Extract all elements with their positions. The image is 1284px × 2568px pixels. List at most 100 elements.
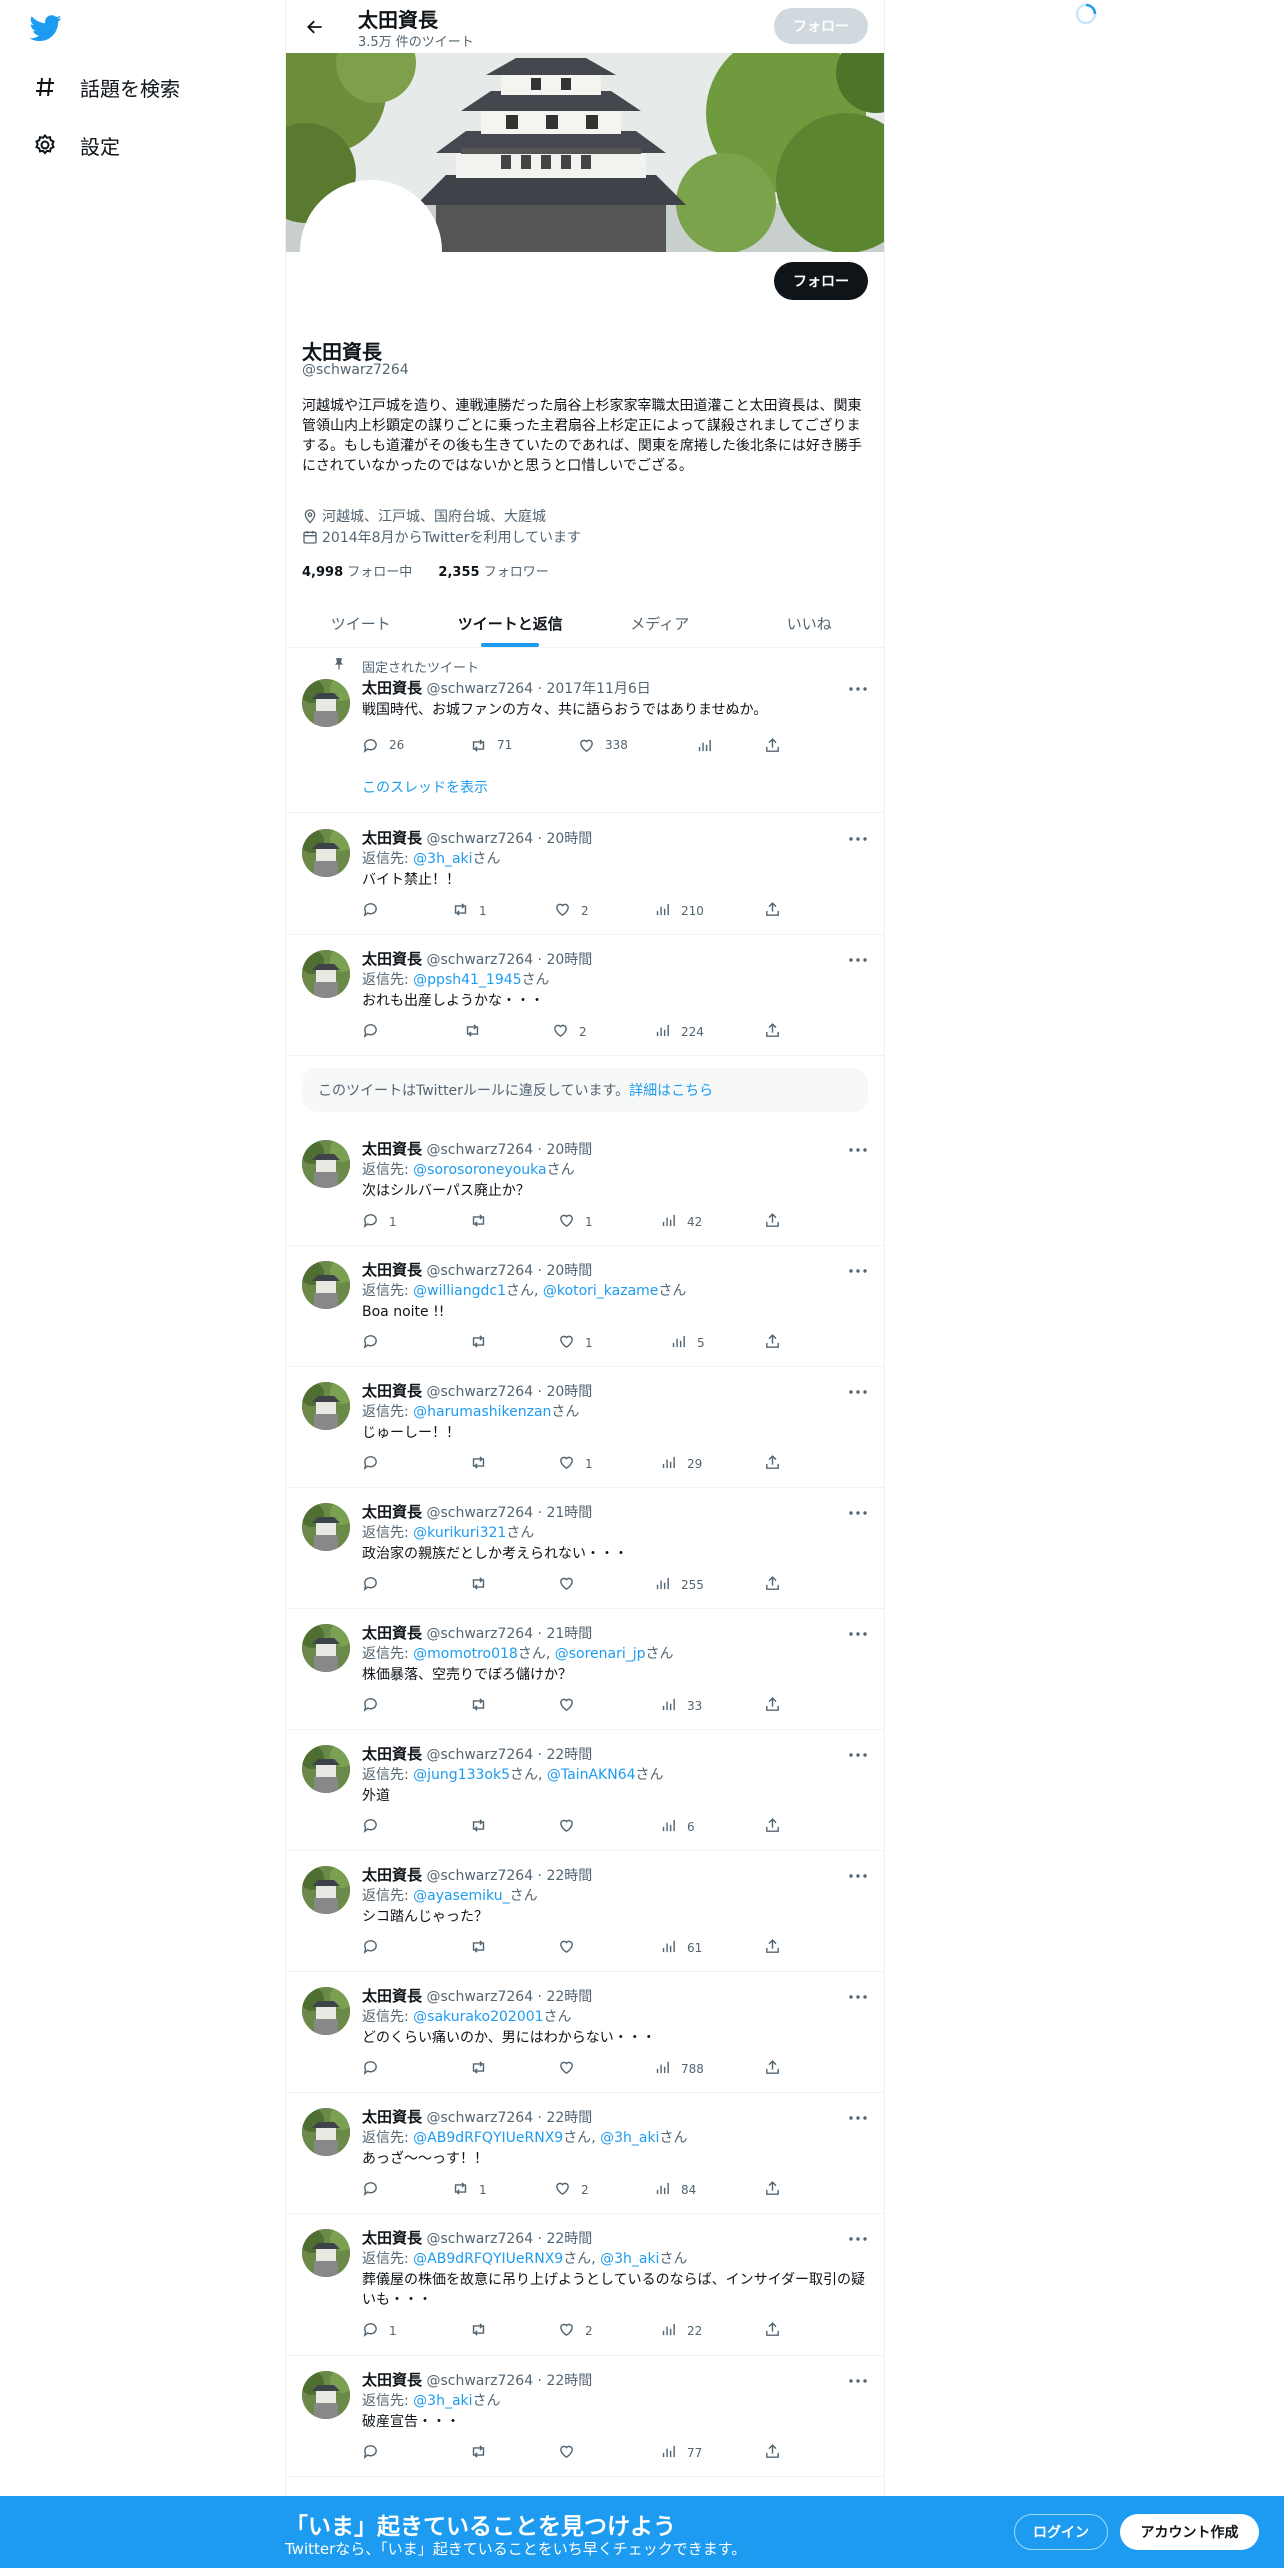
tab-media[interactable]: メディア <box>585 600 735 647</box>
like-button[interactable]: 1 <box>558 1212 593 1232</box>
tweet-meta[interactable]: @schwarz7264 · 2017年11月6日 <box>426 681 650 697</box>
tweet-author-name[interactable]: 太田資長 <box>362 679 422 697</box>
like-button[interactable]: 2 <box>558 2321 593 2341</box>
views-button[interactable]: 224 <box>654 1022 704 1042</box>
back-arrow-icon[interactable] <box>298 10 332 44</box>
tweet-meta[interactable]: @schwarz7264 · 21時間 <box>426 1505 592 1521</box>
tweet[interactable]: 太田資長 @schwarz7264 · 20時間 返信先: @3h_akiさん … <box>286 815 884 935</box>
signup-button[interactable]: アカウント作成 <box>1120 2514 1259 2550</box>
share-button[interactable] <box>764 1022 791 1042</box>
share-button[interactable] <box>764 2321 791 2341</box>
retweet-button[interactable] <box>470 1575 497 1595</box>
share-button[interactable] <box>764 901 791 921</box>
tweet[interactable]: 太田資長 @schwarz7264 · 22時間 返信先: @sakurako2… <box>286 1973 884 2093</box>
avatar[interactable] <box>302 1140 350 1188</box>
tweet-author-name[interactable]: 太田資長 <box>362 1624 422 1642</box>
share-button[interactable] <box>764 1212 791 1232</box>
views-button[interactable]: 788 <box>654 2059 704 2079</box>
reply-button[interactable]: 26 <box>362 735 404 755</box>
tweet-meta[interactable]: @schwarz7264 · 22時間 <box>426 2373 592 2389</box>
tweet-author-name[interactable]: 太田資長 <box>362 2371 422 2389</box>
views-button[interactable]: 6 <box>660 1817 695 1837</box>
views-button[interactable]: 22 <box>660 2321 702 2341</box>
tweet[interactable]: 太田資長 @schwarz7264 · 20時間 返信先: @williangd… <box>286 1247 884 1367</box>
views-button[interactable]: 33 <box>660 1696 702 1716</box>
tweet[interactable]: 太田資長 @schwarz7264 · 22時間 返信先: @jung133ok… <box>286 1731 884 1851</box>
reply-button[interactable] <box>362 1817 389 1837</box>
tweet-meta[interactable]: @schwarz7264 · 20時間 <box>426 831 592 847</box>
tweet[interactable]: 太田資長 @schwarz7264 · 21時間 返信先: @kurikuri3… <box>286 1489 884 1609</box>
tweet-author-name[interactable]: 太田資長 <box>362 1987 422 2005</box>
tweet-author-name[interactable]: 太田資長 <box>362 1866 422 1884</box>
tweet-author-name[interactable]: 太田資長 <box>362 1503 422 1521</box>
followers-link[interactable]: 2,355 フォロワー <box>438 565 548 580</box>
reply-button[interactable] <box>362 1333 389 1353</box>
avatar[interactable] <box>302 829 350 877</box>
tweet-meta[interactable]: @schwarz7264 · 21時間 <box>426 1626 592 1642</box>
like-button[interactable] <box>558 2059 585 2079</box>
reply-button[interactable]: 1 <box>362 1212 397 1232</box>
share-button[interactable] <box>764 1333 791 1353</box>
retweet-button[interactable]: 1 <box>452 2180 487 2200</box>
reply-button[interactable] <box>362 1575 389 1595</box>
views-button[interactable]: 77 <box>660 2443 702 2463</box>
nav-settings[interactable]: 設定 <box>30 125 120 165</box>
tweet-author-name[interactable]: 太田資長 <box>362 1382 422 1400</box>
like-button[interactable] <box>558 1938 585 1958</box>
reply-to-handle[interactable]: @3h_aki <box>600 2130 659 2146</box>
tweet-meta[interactable]: @schwarz7264 · 20時間 <box>426 1384 592 1400</box>
avatar[interactable] <box>302 1987 350 2035</box>
views-button[interactable]: 210 <box>654 901 704 921</box>
tweet-meta[interactable]: @schwarz7264 · 20時間 <box>426 1263 592 1279</box>
tweet-author-name[interactable]: 太田資長 <box>362 1261 422 1279</box>
like-button[interactable]: 2 <box>552 1022 587 1042</box>
tweet-author-name[interactable]: 太田資長 <box>362 2108 422 2126</box>
tweet[interactable]: 太田資長 @schwarz7264 · 22時間 返信先: @AB9dRFQYI… <box>286 2215 884 2356</box>
reply-to-handle[interactable]: @TainAKN64 <box>547 1767 636 1783</box>
avatar[interactable] <box>302 679 350 727</box>
avatar[interactable] <box>302 2108 350 2156</box>
like-button[interactable] <box>558 2443 585 2463</box>
notice-learn-more-link[interactable]: 詳細はこちら <box>629 1080 713 1100</box>
reply-to-handle[interactable]: @AB9dRFQYIUeRNX9 <box>413 2130 563 2146</box>
reply-button[interactable] <box>362 1696 389 1716</box>
like-button[interactable]: 1 <box>558 1454 593 1474</box>
avatar[interactable] <box>302 2229 350 2277</box>
like-button[interactable]: 2 <box>554 901 589 921</box>
like-button[interactable] <box>558 1696 585 1716</box>
following-link[interactable]: 4,998 フォロー中 <box>302 565 412 580</box>
tweet-meta[interactable]: @schwarz7264 · 22時間 <box>426 2110 592 2126</box>
tweet[interactable]: 太田資長 @schwarz7264 · 22時間 返信先: @AB9dRFQYI… <box>286 2094 884 2214</box>
reply-button[interactable]: 1 <box>362 2321 397 2341</box>
retweet-button[interactable]: 71 <box>470 735 512 755</box>
follow-button[interactable]: フォロー <box>774 262 868 300</box>
tweet-author-name[interactable]: 太田資長 <box>362 1140 422 1158</box>
profile-avatar[interactable] <box>300 180 442 322</box>
reply-to-handle[interactable]: @ayasemiku_ <box>413 1888 509 1904</box>
retweet-button[interactable] <box>470 1333 497 1353</box>
tab-tweets-and-replies[interactable]: ツイートと返信 <box>436 600 586 647</box>
tab-tweets[interactable]: ツイート <box>286 600 436 647</box>
tweet[interactable]: 太田資長 @schwarz7264 · 22時間 返信先: @ayasemiku… <box>286 1852 884 1972</box>
tweet-meta[interactable]: @schwarz7264 · 20時間 <box>426 1142 592 1158</box>
reply-to-handle[interactable]: @AB9dRFQYIUeRNX9 <box>413 2251 563 2267</box>
tweet[interactable]: 太田資長 @schwarz7264 · 20時間 返信先: @harumashi… <box>286 1368 884 1488</box>
reply-to-handle[interactable]: @sakurako202001 <box>413 2009 543 2025</box>
retweet-button[interactable] <box>470 2059 497 2079</box>
avatar[interactable] <box>302 1503 350 1551</box>
like-button[interactable]: 338 <box>578 735 628 755</box>
avatar[interactable] <box>302 1624 350 1672</box>
retweet-button[interactable] <box>464 1022 491 1042</box>
avatar[interactable] <box>302 1745 350 1793</box>
tweet-author-name[interactable]: 太田資長 <box>362 2229 422 2247</box>
share-button[interactable] <box>764 735 791 755</box>
views-button[interactable]: 5 <box>670 1333 705 1353</box>
share-button[interactable] <box>764 1454 791 1474</box>
like-button[interactable] <box>558 1575 585 1595</box>
reply-to-handle[interactable]: @ppsh41_1945 <box>413 972 521 988</box>
avatar[interactable] <box>302 1866 350 1914</box>
reply-button[interactable] <box>362 1938 389 1958</box>
reply-to-handle[interactable]: @kurikuri321 <box>413 1525 506 1541</box>
share-button[interactable] <box>764 2059 791 2079</box>
login-button[interactable]: ログイン <box>1014 2514 1108 2550</box>
